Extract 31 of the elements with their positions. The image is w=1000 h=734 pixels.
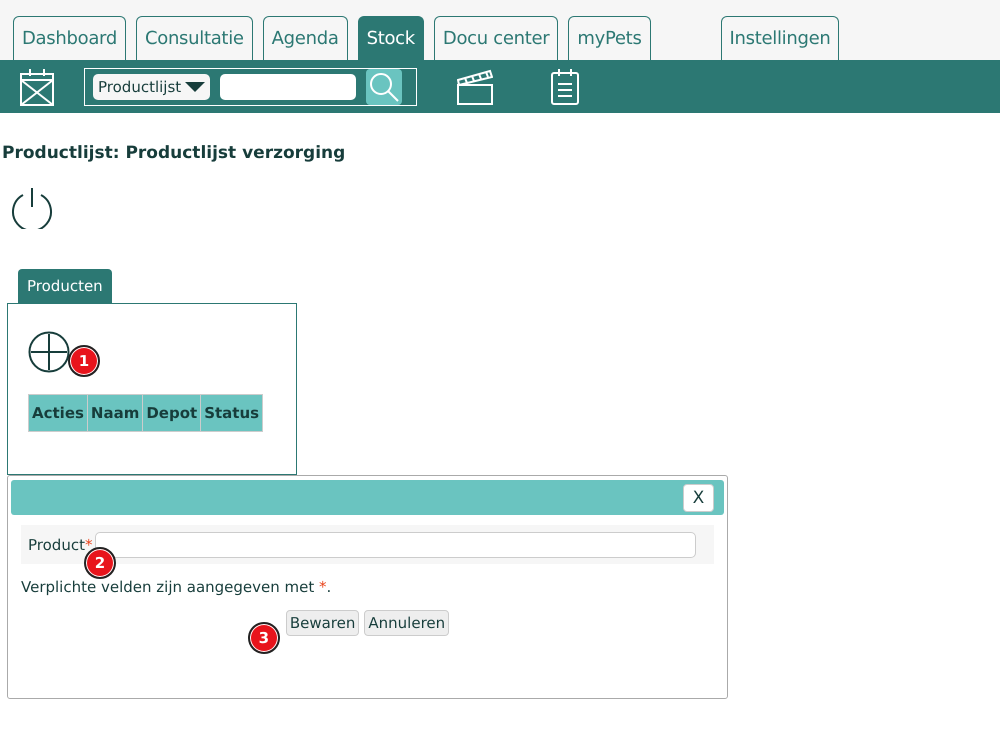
search-icon [369, 72, 400, 102]
caret-icon [185, 82, 206, 92]
list-dropdown[interactable]: Productlijst [93, 74, 210, 100]
nav-tab[interactable]: Instellingen [720, 16, 840, 60]
clapperboard-icon[interactable] [457, 68, 493, 104]
nav-tab[interactable]: myPets [568, 16, 651, 60]
dialog-button[interactable]: Bewaren [286, 610, 360, 636]
column-header: Acties [28, 394, 88, 432]
column-header: Depot [142, 394, 201, 432]
nav-tab[interactable]: Stock [358, 16, 424, 60]
search-field[interactable] [220, 74, 356, 100]
power-icon[interactable] [11, 187, 53, 229]
nav-tab[interactable]: Dashboard [13, 16, 126, 60]
notepad-icon[interactable] [551, 68, 579, 104]
column-header: Status [200, 394, 263, 432]
add-icon[interactable] [28, 331, 70, 373]
required-note: Verplichte velden zijn aangegeven met *. [21, 578, 332, 596]
section-tab[interactable]: Producten [18, 269, 112, 303]
column-header: Naam [87, 394, 143, 432]
nav-tab[interactable]: Consultatie [136, 16, 253, 60]
close-button[interactable]: X [683, 484, 714, 512]
nav-tab[interactable]: Docu center [434, 16, 558, 60]
callout-marker: 3 [248, 622, 280, 654]
page-title: Productlijst: Productlijst verzorging [2, 143, 346, 163]
callout-marker: 1 [68, 345, 100, 377]
nav-tab[interactable]: Agenda [262, 16, 348, 60]
dialog-button[interactable]: Annuleren [364, 610, 450, 636]
search-button[interactable] [366, 68, 402, 104]
product-field[interactable] [95, 532, 696, 558]
calendar-icon[interactable] [20, 68, 54, 106]
callout-marker: 2 [84, 547, 116, 579]
